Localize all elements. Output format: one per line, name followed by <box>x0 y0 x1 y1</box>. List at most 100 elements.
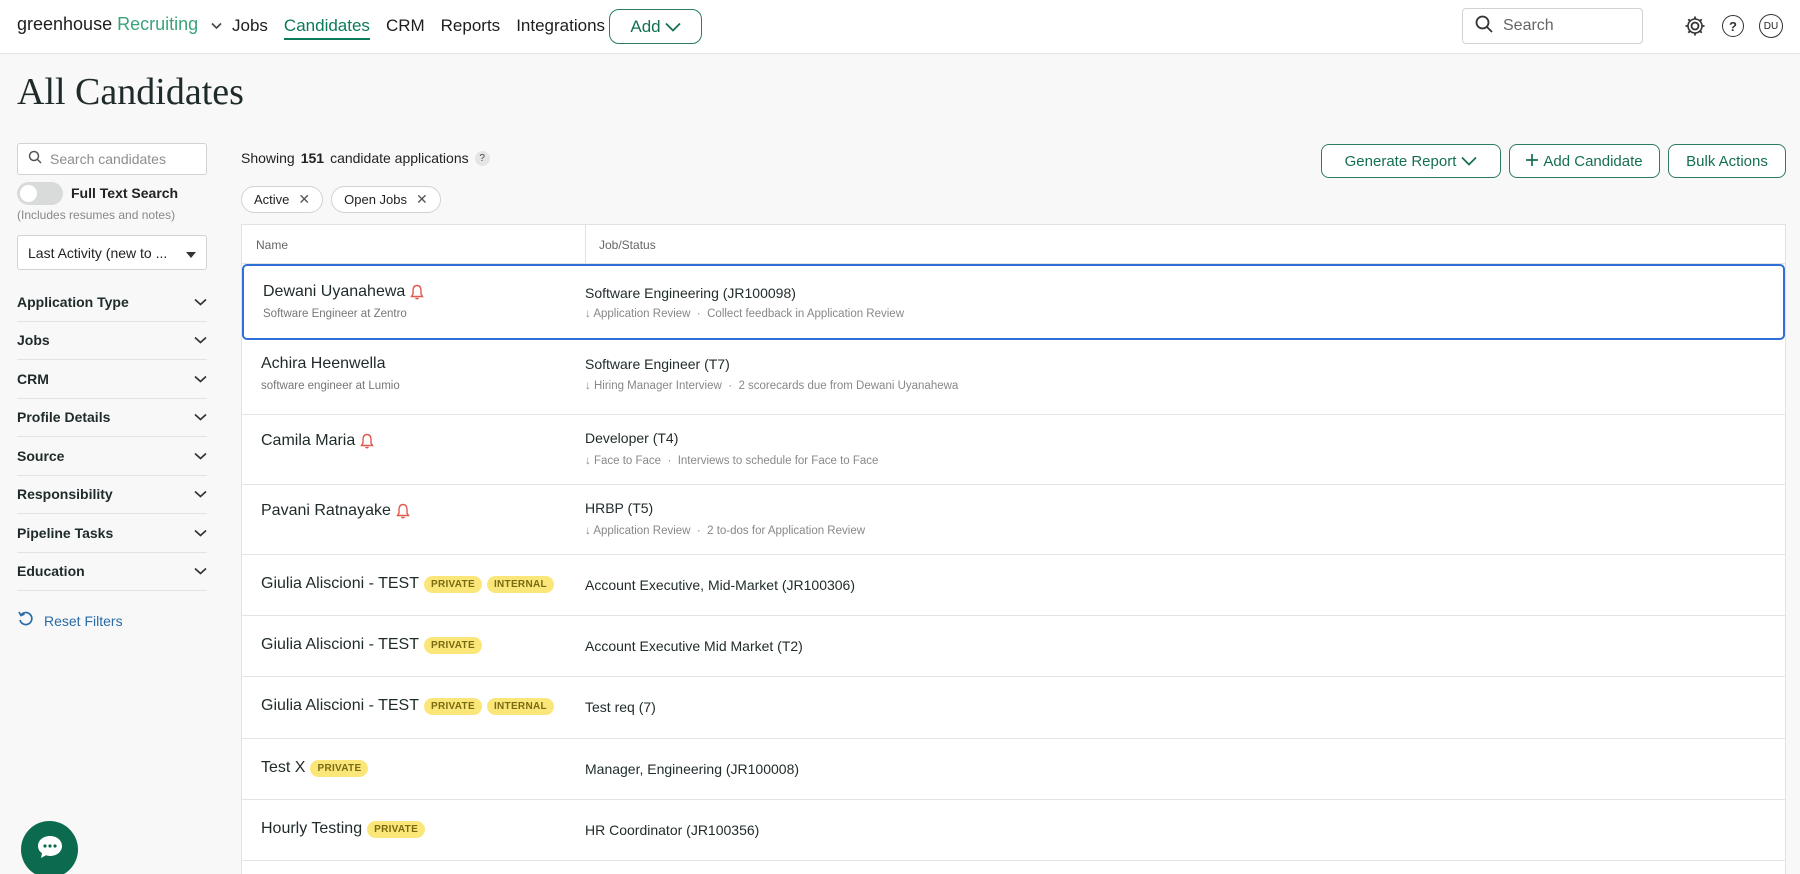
job-link[interactable]: Account Executive Mid Market (T2) <box>585 638 803 654</box>
job-link[interactable]: Developer (T4) <box>585 430 678 446</box>
add-candidate-label: Add Candidate <box>1543 152 1643 170</box>
internal-badge: INTERNAL <box>486 575 554 593</box>
job-link[interactable]: Software Engineer (T7) <box>585 356 730 372</box>
filter-application-type[interactable]: Application Type <box>17 283 207 322</box>
plus-icon <box>1526 153 1539 170</box>
arrow-down-icon: ↓ <box>585 455 591 467</box>
table-row[interactable]: Camila Maria Developer (T4) ↓ Face to Fa… <box>242 415 1785 485</box>
filter-responsibility[interactable]: Responsibility <box>17 476 207 514</box>
generate-report-button[interactable]: Generate Report <box>1321 144 1501 178</box>
job-link[interactable]: Account Executive, Mid-Market (JR100306) <box>585 577 855 593</box>
internal-badge: INTERNAL <box>486 697 554 715</box>
table-row[interactable]: Achira Heenwella software engineer at Lu… <box>242 340 1785 415</box>
chip-label: Active <box>254 192 290 207</box>
filter-label: Responsibility <box>17 486 113 503</box>
page-title: All Candidates <box>17 71 244 113</box>
candidate-name[interactable]: Giulia Aliscioni - TEST PRIVATE INTERNAL <box>261 575 554 593</box>
add-button[interactable]: Add <box>609 9 702 44</box>
arrow-down-icon: ↓ <box>585 380 591 392</box>
job-link[interactable]: Test req (7) <box>585 699 656 715</box>
close-icon[interactable]: ✕ <box>298 191 310 208</box>
reset-filters-link[interactable]: Reset Filters <box>17 610 123 631</box>
add-candidate-button[interactable]: Add Candidate <box>1509 144 1660 178</box>
bulk-actions-label: Bulk Actions <box>1686 152 1768 170</box>
filter-chip-active[interactable]: Active ✕ <box>241 186 324 213</box>
chat-launcher-button[interactable] <box>21 821 78 874</box>
nav-crm[interactable]: CRM <box>386 16 425 40</box>
filter-jobs[interactable]: Jobs <box>17 322 207 360</box>
search-icon <box>1475 15 1493 38</box>
table-row[interactable]: Test X PRIVATE Manager, Engineering (JR1… <box>242 739 1785 800</box>
status-text[interactable]: 2 scorecards due from Dewani Uyanahewa <box>738 380 958 392</box>
candidate-name[interactable]: Dewani Uyanahewa <box>263 283 425 301</box>
job-link[interactable]: HRBP (T5) <box>585 500 653 516</box>
candidate-name[interactable]: Camila Maria <box>261 432 374 450</box>
nav-jobs[interactable]: Jobs <box>232 16 268 40</box>
help-icon[interactable]: ? <box>1722 15 1744 37</box>
filter-chip-open-jobs[interactable]: Open Jobs ✕ <box>331 186 441 213</box>
candidate-name[interactable]: Hourly Testing PRIVATE <box>261 820 426 838</box>
nav-reports[interactable]: Reports <box>441 16 501 40</box>
filter-pipeline-tasks[interactable]: Pipeline Tasks <box>17 514 207 553</box>
status-text[interactable]: Collect feedback in Application Review <box>707 308 904 320</box>
chevron-down-icon[interactable] <box>211 18 222 33</box>
filter-profile-details[interactable]: Profile Details <box>17 399 207 437</box>
filter-label: Profile Details <box>17 409 111 426</box>
sort-select[interactable]: Last Activity (new to ... <box>17 235 207 270</box>
filter-crm[interactable]: CRM <box>17 360 207 399</box>
table-row[interactable]: Giulia Aliscioni - TEST PRIVATE INTERNAL… <box>242 555 1785 616</box>
showing-count: 151 <box>300 150 325 166</box>
avatar[interactable]: DU <box>1759 14 1783 38</box>
table-row[interactable]: Hourly Testing PRIVATE HR Coordinator (J… <box>242 800 1785 861</box>
job-link[interactable]: Software Engineering (JR100098) <box>585 285 796 301</box>
close-icon[interactable]: ✕ <box>416 191 428 208</box>
help-icon[interactable]: ? <box>474 150 490 166</box>
chat-bubble-icon <box>36 834 64 865</box>
status-text[interactable]: 2 to-dos for Application Review <box>707 525 865 537</box>
column-name-header[interactable]: Name <box>256 238 288 252</box>
brand-logo[interactable]: greenhouse Recruiting <box>17 14 222 35</box>
chevron-down-icon <box>194 449 207 463</box>
table-row[interactable]: Pavani Ratnayake HRBP (T5) ↓ Application… <box>242 485 1785 555</box>
arrow-down-icon: ↓ <box>585 308 591 320</box>
candidate-name-text: Test X <box>261 759 306 776</box>
job-link[interactable]: HR Coordinator (JR100356) <box>585 822 759 838</box>
table-row[interactable]: Giulia Aliscioni - TEST PRIVATE Account … <box>242 616 1785 677</box>
brand-secondary: Recruiting <box>117 14 199 34</box>
status-text[interactable]: Interviews to schedule for Face to Face <box>678 455 879 467</box>
candidate-name[interactable]: Giulia Aliscioni - TEST PRIVATE <box>261 636 482 654</box>
candidate-name[interactable]: Test X PRIVATE <box>261 759 369 777</box>
full-text-search-toggle[interactable] <box>17 182 63 205</box>
gear-icon[interactable] <box>1683 14 1707 43</box>
chevron-down-icon <box>194 295 207 309</box>
bell-alert-icon <box>410 284 425 300</box>
candidate-name[interactable]: Giulia Aliscioni - TEST PRIVATE INTERNAL <box>261 697 554 715</box>
filter-source[interactable]: Source <box>17 437 207 476</box>
candidate-subtitle: software engineer at Lumio <box>261 380 400 392</box>
table-row[interactable]: Giulia Aliscioni - TEST PRIVATE INTERNAL… <box>242 677 1785 739</box>
candidate-name[interactable]: Pavani Ratnayake <box>261 502 410 520</box>
showing-suffix: candidate applications <box>330 150 469 166</box>
stage-name: Face to Face <box>593 455 662 467</box>
results-summary: Showing 151 candidate applications ? <box>241 150 490 166</box>
column-job-status-header[interactable]: Job/Status <box>599 238 656 252</box>
arrow-down-icon: ↓ <box>585 525 591 537</box>
dot-separator: · <box>664 455 675 467</box>
nav-candidates[interactable]: Candidates <box>283 16 370 40</box>
table-row[interactable]: Dewani Uyanahewa Software Engineer at Ze… <box>242 264 1785 340</box>
bulk-actions-button[interactable]: Bulk Actions <box>1668 144 1786 178</box>
filter-label: Jobs <box>17 332 50 349</box>
full-text-search-label: Full Text Search <box>71 185 179 201</box>
bell-alert-icon <box>360 433 374 449</box>
job-link[interactable]: Manager, Engineering (JR100008) <box>585 761 799 777</box>
nav-integrations[interactable]: Integrations <box>516 16 605 40</box>
filter-label: Application Type <box>17 293 129 310</box>
full-text-search-note: (Includes resumes and notes) <box>17 208 176 222</box>
filter-education[interactable]: Education <box>17 553 207 591</box>
candidate-name[interactable]: Achira Heenwella <box>261 355 386 373</box>
chevron-down-icon <box>194 372 207 386</box>
job-status-line: ↓ Hiring Manager Interview · 2 scorecard… <box>585 380 958 392</box>
candidate-name-text: Giulia Aliscioni - TEST <box>261 697 419 714</box>
global-search-input[interactable]: Search <box>1462 8 1643 44</box>
candidate-search-input[interactable]: Search candidates <box>17 143 207 175</box>
